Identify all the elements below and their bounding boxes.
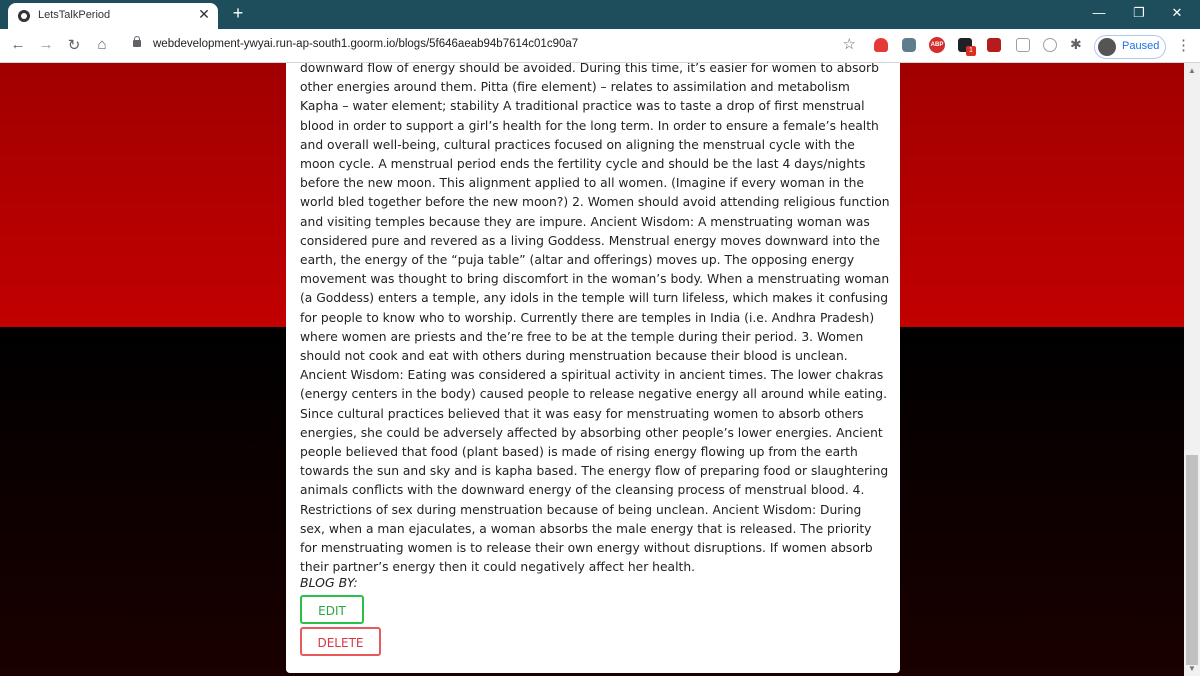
tab-title: LetsTalkPeriod (38, 9, 111, 21)
page-viewport: downward flow of energy should be avoide… (0, 63, 1184, 676)
browser-tab[interactable]: LetsTalkPeriod ✕ (8, 3, 218, 29)
forward-icon[interactable]: → (36, 36, 56, 53)
blog-card: downward flow of energy should be avoide… (286, 63, 900, 673)
address-bar[interactable]: webdevelopment-ywyai.run-ap-south1.goorm… (122, 33, 864, 58)
window-close-icon[interactable]: ✕ (1162, 5, 1192, 21)
reload-icon[interactable]: ↻ (64, 36, 84, 54)
extensions-puzzle-icon[interactable]: ✱ (1070, 36, 1086, 52)
url-text[interactable]: webdevelopment-ywyai.run-ap-south1.goorm… (153, 38, 578, 50)
extension-badge: 1 (966, 46, 976, 56)
extension-s-icon[interactable] (902, 38, 916, 52)
extension-dark-icon[interactable]: 1 (958, 38, 976, 56)
home-icon[interactable]: ⌂ (92, 36, 112, 53)
pdf-extension-icon[interactable] (987, 38, 1001, 52)
tab-strip: LetsTalkPeriod ✕ + — ❐ ✕ (0, 0, 1200, 29)
blog-body: downward flow of energy should be avoide… (300, 63, 890, 575)
avatar (1098, 38, 1116, 56)
site-favicon-icon (18, 10, 30, 22)
scrollbar[interactable]: ▲ ▼ (1184, 63, 1200, 676)
lock-icon[interactable] (133, 36, 141, 47)
adblock-plus-icon[interactable]: ABP (929, 37, 945, 53)
scroll-down-icon[interactable]: ▼ (1188, 664, 1196, 673)
extension-red-icon[interactable] (874, 38, 888, 52)
delete-button[interactable]: DELETE (300, 627, 381, 656)
scroll-up-icon[interactable]: ▲ (1188, 66, 1196, 75)
new-tab-button[interactable]: + (228, 3, 248, 24)
window-extension-icon[interactable] (1016, 38, 1030, 52)
scrollbar-thumb[interactable] (1186, 455, 1198, 665)
back-icon[interactable]: ← (8, 36, 28, 53)
profile-status: Paused (1122, 40, 1160, 52)
bookmark-star-icon[interactable]: ☆ (843, 35, 856, 53)
profile-button[interactable]: Paused (1094, 35, 1166, 59)
globe-icon[interactable] (1043, 38, 1057, 52)
menu-kebab-icon[interactable]: ⋮ (1176, 36, 1191, 54)
tab-close-icon[interactable]: ✕ (196, 6, 212, 23)
blog-author-label: BLOG BY: (300, 575, 358, 590)
minimize-icon[interactable]: — (1084, 5, 1114, 20)
edit-button[interactable]: EDIT (300, 595, 364, 624)
restore-icon[interactable]: ❐ (1124, 5, 1154, 21)
